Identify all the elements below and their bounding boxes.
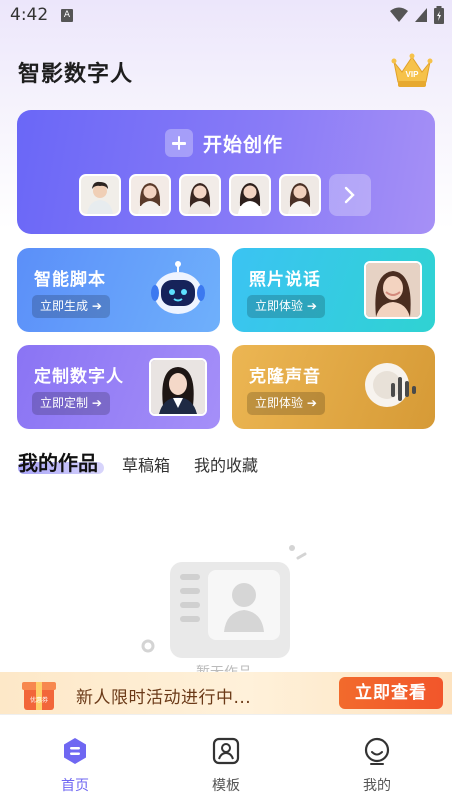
feature-title: 智能脚本 — [34, 270, 106, 290]
empty-works-illustration — [141, 545, 307, 658]
feature-card-voice-clone[interactable]: 克隆声音 立即体验 ➔ — [232, 345, 435, 429]
coupon-text: 优惠券 — [30, 696, 48, 704]
customize-now-button[interactable]: 立即定制 ➔ — [32, 392, 110, 415]
tab-drafts[interactable]: 草稿箱 — [122, 452, 170, 476]
crown-icon: VIP — [391, 53, 433, 87]
tab-favorites[interactable]: 我的收藏 — [194, 452, 258, 476]
avatar-row — [79, 174, 371, 216]
view-now-button[interactable]: 立即查看 — [339, 677, 443, 709]
template-icon — [212, 737, 240, 765]
feature-card-custom-avatar[interactable]: 定制数字人 立即定制 ➔ — [17, 345, 220, 429]
feature-card-photo-talk[interactable]: 照片说话 立即体验 ➔ — [232, 248, 435, 332]
feature-title: 克隆声音 — [249, 367, 321, 387]
generate-now-button[interactable]: 立即生成 ➔ — [32, 295, 110, 318]
chevron-right-icon — [344, 186, 355, 204]
signal-icon — [415, 8, 427, 22]
home-icon — [64, 738, 86, 764]
avatar-female-3[interactable] — [229, 174, 271, 216]
avatar-female-1[interactable] — [129, 174, 171, 216]
status-bar: 4:42 A — [0, 0, 452, 32]
try-now-button[interactable]: 立即体验 ➔ — [247, 392, 325, 415]
nav-templates[interactable]: 模板 — [186, 737, 266, 795]
vip-crown-button[interactable]: VIP — [391, 52, 433, 90]
nav-profile[interactable]: 我的 — [337, 737, 417, 795]
vip-text: VIP — [406, 70, 420, 79]
plus-icon — [165, 129, 193, 157]
profile-icon — [364, 737, 390, 765]
portrait-photo — [149, 358, 207, 416]
notification-icon: A — [61, 9, 73, 22]
start-create-label: 开始创作 — [203, 133, 284, 156]
try-now-button[interactable]: 立即体验 ➔ — [247, 295, 325, 318]
nav-home[interactable]: 首页 — [35, 737, 115, 795]
nav-label: 首页 — [61, 778, 89, 794]
tab-my-works[interactable]: 我的作品 — [18, 447, 104, 476]
nav-label: 我的 — [363, 778, 391, 794]
start-create-banner[interactable]: 开始创作 — [17, 110, 435, 234]
bottom-navigation: 首页 模板 我的 — [0, 714, 452, 805]
portrait-photo — [364, 261, 422, 319]
feature-title: 照片说话 — [249, 270, 321, 290]
robot-icon — [151, 261, 205, 314]
app-title: 智影数字人 — [18, 62, 134, 87]
sound-wave-icon — [365, 363, 416, 407]
status-time: 4:42 — [10, 5, 49, 25]
feature-title: 定制数字人 — [34, 367, 124, 387]
promo-banner[interactable]: 优惠券 新人限时活动进行中... 立即查看 — [0, 672, 452, 714]
avatar-female-4[interactable] — [279, 174, 321, 216]
avatar-female-2[interactable] — [179, 174, 221, 216]
nav-label: 模板 — [212, 778, 240, 794]
wifi-icon — [390, 7, 408, 22]
battery-icon — [434, 6, 444, 24]
avatar-male-1[interactable] — [79, 174, 121, 216]
system-icons — [390, 6, 444, 24]
works-tabs: 我的作品 草稿箱 我的收藏 — [18, 447, 282, 476]
promo-text: 新人限时活动进行中... — [76, 688, 252, 708]
feature-card-smart-script[interactable]: 智能脚本 立即生成 ➔ — [17, 248, 220, 332]
start-create-header[interactable]: 开始创作 — [165, 129, 283, 157]
gift-coupon-icon: 优惠券 — [22, 682, 56, 710]
more-avatars-button[interactable] — [329, 174, 371, 216]
